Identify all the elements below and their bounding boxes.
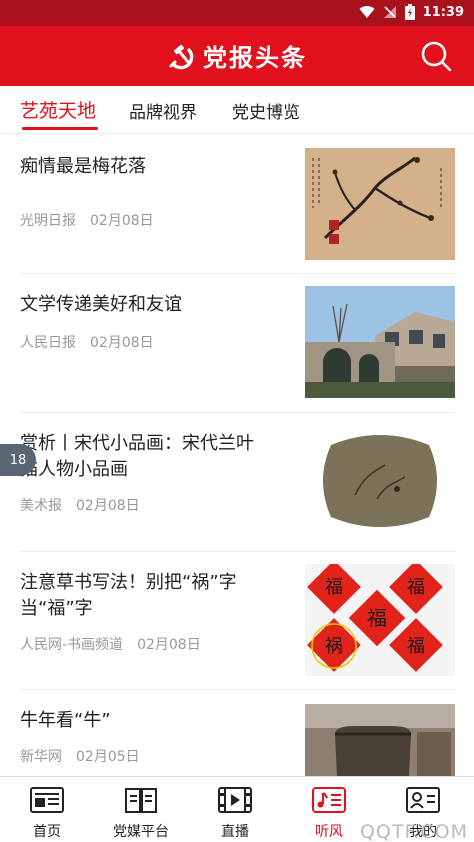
article-thumbnail[interactable] — [305, 286, 455, 398]
fan-painting — [305, 425, 455, 537]
article-title[interactable]: 痴情最是梅花落 — [20, 154, 270, 180]
search-icon[interactable] — [420, 40, 452, 72]
article-meta: 美术报 02月08日 — [20, 495, 140, 515]
svg-text:祸: 祸 — [325, 636, 343, 657]
article-thumbnail[interactable] — [305, 425, 455, 537]
nav-live[interactable]: 直播 — [188, 785, 282, 841]
svg-text:福: 福 — [407, 577, 425, 598]
article-date: 02月05日 — [76, 749, 140, 765]
watermark: QQTF.COM — [359, 821, 468, 842]
article-date: 02月08日 — [90, 213, 154, 229]
article-date: 02月08日 — [76, 498, 140, 514]
nav-media-platform[interactable]: 党媒平台 — [94, 785, 188, 841]
hammer-sickle-icon — [169, 44, 194, 69]
article-thumbnail[interactable] — [305, 148, 455, 260]
article-meta: 光明日报 02月08日 — [20, 210, 154, 230]
status-time: 11:39 — [422, 4, 464, 20]
article-meta: 人民日报 02月08日 — [20, 332, 154, 352]
profile-card-icon — [406, 787, 440, 813]
music-list-icon — [312, 787, 346, 813]
article-date: 02月08日 — [137, 637, 201, 653]
app-header: 党报头条 — [0, 26, 474, 86]
nav-home[interactable]: 首页 — [0, 785, 94, 841]
svg-text:福: 福 — [367, 606, 387, 630]
list-item[interactable]: 文学传递美好和友谊 人民日报 02月08日 — [20, 274, 455, 413]
tab-history[interactable]: 党史博览 — [232, 98, 300, 123]
plum-blossom-painting — [305, 148, 455, 260]
category-tabs: 艺苑天地 品牌视界 党史博览 — [0, 86, 474, 134]
list-item[interactable]: 痴情最是梅花落 光明日报 02月08日 — [20, 148, 455, 274]
building-photo — [305, 286, 455, 398]
article-title[interactable]: 赏析丨宋代小品画：宋代兰叶描人物小品画 — [20, 431, 270, 483]
tab-yiyuan[interactable]: 艺苑天地 — [20, 96, 96, 123]
floating-reading-badge[interactable]: 18 — [0, 444, 36, 476]
nav-live-label: 直播 — [221, 824, 249, 840]
bronze-vessel-photo — [305, 704, 455, 776]
nav-home-label: 首页 — [33, 824, 61, 840]
film-icon — [218, 787, 252, 813]
bottom-navigation: 首页 党媒平台 直播 听风 我的 QQTF.COM — [0, 776, 474, 842]
battery-icon — [404, 4, 415, 20]
app-title: 党报头条 — [203, 43, 307, 72]
newspaper-icon — [30, 787, 64, 813]
list-item[interactable]: 注意草书写法！别把“祸”字当“福”字 人民网-书画频道 02月08日 福 福 福… — [20, 552, 455, 690]
book-icon — [125, 788, 157, 813]
tab-brand[interactable]: 品牌视界 — [129, 98, 197, 123]
nav-media-platform-label: 党媒平台 — [113, 824, 169, 840]
article-source: 光明日报 — [20, 213, 76, 229]
list-item[interactable]: 赏析丨宋代小品画：宋代兰叶描人物小品画 美术报 02月08日 — [20, 413, 455, 552]
svg-text:福: 福 — [407, 636, 425, 657]
article-meta: 人民网-书画频道 02月08日 — [20, 634, 201, 654]
article-source: 人民网-书画频道 — [20, 637, 124, 653]
no-signal-icon — [383, 6, 396, 18]
article-source: 新华网 — [20, 749, 62, 765]
article-title[interactable]: 牛年看“牛” — [20, 708, 270, 734]
wifi-icon — [359, 6, 375, 19]
app-logo: 党报头条 — [0, 38, 474, 73]
article-thumbnail[interactable]: 福 福 福 祸 福 — [305, 564, 455, 676]
article-title[interactable]: 注意草书写法！别把“祸”字当“福”字 — [20, 570, 270, 622]
active-tab-indicator — [22, 127, 98, 130]
article-thumbnail[interactable] — [305, 704, 455, 776]
nav-listen-label: 听风 — [315, 824, 343, 840]
svg-text:福: 福 — [325, 577, 343, 598]
status-bar: 11:39 — [0, 0, 474, 26]
fu-characters-image: 福 福 福 祸 福 — [305, 564, 455, 676]
article-title[interactable]: 文学传递美好和友谊 — [20, 292, 270, 318]
list-item[interactable]: 牛年看“牛” 新华网 02月05日 — [20, 690, 455, 790]
article-date: 02月08日 — [90, 335, 154, 351]
article-source: 人民日报 — [20, 335, 76, 351]
article-source: 美术报 — [20, 498, 62, 514]
article-meta: 新华网 02月05日 — [20, 746, 140, 766]
